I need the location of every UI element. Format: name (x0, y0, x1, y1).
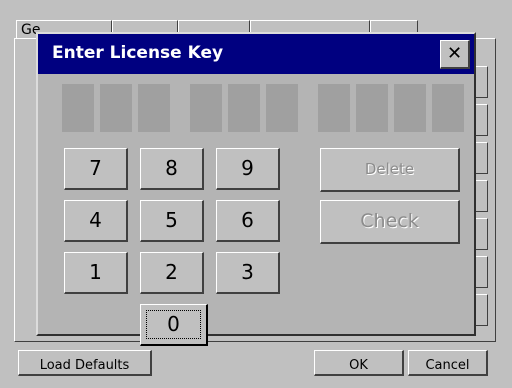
key-slot-9 (394, 84, 426, 132)
key-slot-2 (100, 84, 132, 132)
key-8-button[interactable]: 8 (140, 148, 204, 190)
key-slot-6 (266, 84, 298, 132)
load-defaults-button[interactable]: Load Defaults (18, 350, 152, 376)
key-0-label: 0 (167, 312, 180, 336)
key-9-button[interactable]: 9 (216, 148, 280, 190)
check-button[interactable]: Check (320, 200, 460, 244)
key-1-button[interactable]: 1 (64, 252, 128, 294)
key-slot-7 (318, 84, 350, 132)
key-2-button[interactable]: 2 (140, 252, 204, 294)
dialog-titlebar[interactable]: Enter License Key ✕ (38, 34, 474, 74)
ok-button[interactable]: OK (314, 350, 404, 376)
key-slot-4 (190, 84, 222, 132)
dialog-title: Enter License Key (52, 43, 224, 63)
key-5-button[interactable]: 5 (140, 200, 204, 242)
key-slot-10 (432, 84, 464, 132)
close-button[interactable]: ✕ (440, 40, 470, 69)
key-0-button[interactable]: 0 (140, 304, 208, 346)
key-4-button[interactable]: 4 (64, 200, 128, 242)
key-3-button[interactable]: 3 (216, 252, 280, 294)
key-slot-3 (138, 84, 170, 132)
key-slot-8 (356, 84, 388, 132)
key-7-button[interactable]: 7 (64, 148, 128, 190)
cancel-button[interactable]: Cancel (408, 350, 488, 376)
key-slot-5 (228, 84, 260, 132)
delete-button[interactable]: Delete (320, 148, 460, 192)
key-6-button[interactable]: 6 (216, 200, 280, 242)
key-slot-1 (62, 84, 94, 132)
close-icon: ✕ (446, 43, 463, 64)
license-key-dialog: Enter License Key ✕ 7 8 9 4 5 6 1 2 3 0 … (36, 32, 476, 346)
